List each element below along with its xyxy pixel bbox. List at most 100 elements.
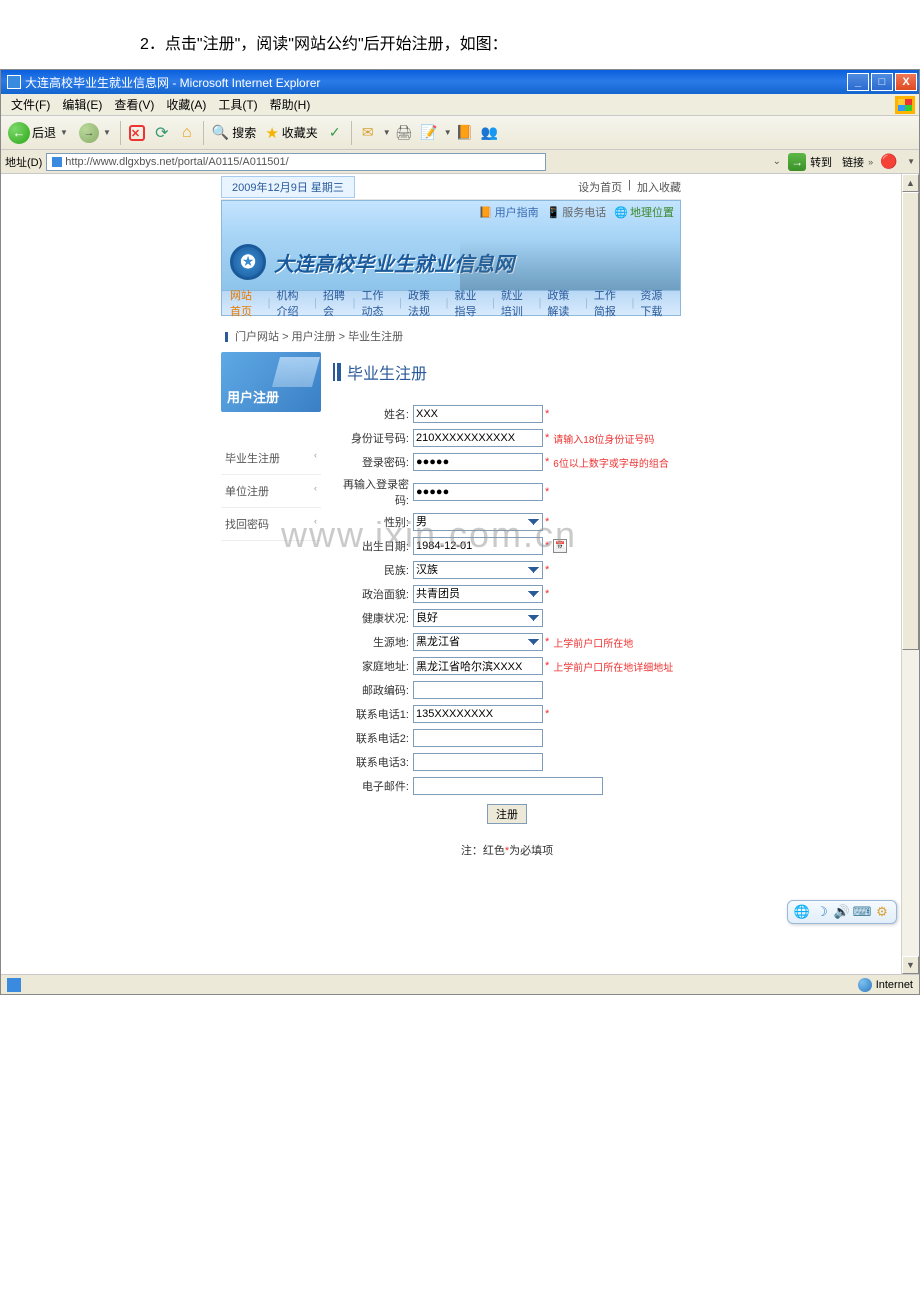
menu-view[interactable]: 查看(V) <box>108 94 160 115</box>
input-home[interactable] <box>413 657 543 675</box>
select-health[interactable]: 良好 <box>413 609 543 627</box>
forward-button[interactable]: → ▼ <box>74 120 116 146</box>
home-button[interactable]: ⌂ <box>177 123 197 143</box>
menu-edit[interactable]: 编辑(E) <box>56 94 108 115</box>
close-button[interactable]: X <box>895 73 917 91</box>
submit-button[interactable]: 注册 <box>487 804 527 824</box>
internet-zone-icon <box>858 978 872 992</box>
page-content: 2009年12月9日 星期三 设为首页 | 加入收藏 📙用户指南 📱服务电话 🌐… <box>1 174 901 974</box>
location-link[interactable]: 🌐地理位置 <box>614 204 674 220</box>
minimize-button[interactable]: _ <box>847 73 869 91</box>
input-phone3[interactable] <box>413 753 543 771</box>
select-gender[interactable]: 男 <box>413 513 543 531</box>
scroll-thumb[interactable] <box>902 192 919 650</box>
label-ethnic: 民族: <box>333 562 413 578</box>
scroll-down-button[interactable]: ▼ <box>902 956 919 974</box>
ft-gear-icon[interactable]: ⚙ <box>874 904 890 920</box>
back-button[interactable]: ← 后退 ▼ <box>3 119 73 147</box>
menu-tools[interactable]: 工具(T) <box>212 94 263 115</box>
favorites-button[interactable]: ★ 收藏夹 <box>261 122 321 144</box>
mail-button[interactable]: ✉ <box>358 123 378 143</box>
sidebar-item-company[interactable]: 单位注册‹ <box>221 475 321 508</box>
ft-keyboard-icon[interactable]: ⌨ <box>854 904 870 920</box>
registration-form: 毕业生注册 姓名:* 身份证号码:*请输入18位身份证号码 登录密码:*6位以上… <box>333 352 681 858</box>
ft-sound-icon[interactable]: 🔊 <box>834 904 850 920</box>
ft-globe-icon[interactable]: 🌐 <box>794 904 810 920</box>
search-button[interactable]: 🔍 搜索 <box>208 122 260 143</box>
forward-arrow-icon: → <box>79 123 99 143</box>
addon-dropdown-icon[interactable]: ▼ <box>907 157 915 166</box>
addon-icon[interactable]: 🔴 <box>879 152 899 172</box>
input-phone2[interactable] <box>413 729 543 747</box>
menu-favorites[interactable]: 收藏(A) <box>160 94 212 115</box>
label-home: 家庭地址: <box>333 658 413 674</box>
input-email[interactable] <box>413 777 603 795</box>
scroll-track[interactable] <box>902 192 919 956</box>
user-guide-link[interactable]: 📙用户指南 <box>479 204 539 220</box>
maximize-button[interactable]: □ <box>871 73 893 91</box>
input-birth[interactable] <box>413 537 543 555</box>
breadcrumb-portal[interactable]: 门户网站 <box>235 331 279 343</box>
stop-button[interactable]: ✕ <box>127 123 147 143</box>
laptop-icon <box>272 357 320 387</box>
chevron-icon: ‹ <box>314 450 317 466</box>
breadcrumb-register[interactable]: 用户注册 <box>292 331 336 343</box>
input-phone1[interactable] <box>413 705 543 723</box>
sidebar-item-password[interactable]: 找回密码‹ <box>221 508 321 541</box>
internet-zone-label: Internet <box>876 979 913 991</box>
address-input[interactable] <box>65 156 543 168</box>
floating-toolbar[interactable]: 🌐 ☽ 🔊 ⌨ ⚙ <box>787 900 897 924</box>
input-password2[interactable] <box>413 483 543 501</box>
hint-id: 请输入18位身份证号码 <box>553 431 654 446</box>
print-button[interactable]: 🖨 <box>394 123 414 143</box>
input-password[interactable] <box>413 453 543 471</box>
forward-dropdown-icon[interactable]: ▼ <box>103 128 111 137</box>
input-name[interactable] <box>413 405 543 423</box>
label-id: 身份证号码: <box>333 430 413 446</box>
refresh-button[interactable]: ⟳ <box>152 123 172 143</box>
service-phone-link[interactable]: 📱服务电话 <box>547 204 607 220</box>
separator: | <box>628 179 631 195</box>
edit-button[interactable]: 📝 <box>419 123 439 143</box>
links-label[interactable]: 链接 <box>842 154 864 170</box>
go-button[interactable]: → <box>788 153 806 171</box>
select-political[interactable]: 共青团员 <box>413 585 543 603</box>
globe-icon: 🌐 <box>614 206 628 219</box>
set-homepage-link[interactable]: 设为首页 <box>578 179 622 195</box>
sidebar-item-graduate[interactable]: 毕业生注册‹ <box>221 442 321 475</box>
calendar-icon[interactable]: 📅 <box>553 539 567 553</box>
scroll-up-button[interactable]: ▲ <box>902 174 919 192</box>
label-gender: 性别: <box>333 514 413 530</box>
menu-file[interactable]: 文件(F) <box>5 94 56 115</box>
mail-dropdown-icon[interactable]: ▼ <box>383 128 391 137</box>
edit-dropdown-icon[interactable]: ▼ <box>444 128 452 137</box>
back-arrow-icon: ← <box>8 122 30 144</box>
statusbar: Internet <box>1 974 919 994</box>
label-email: 电子邮件: <box>333 778 413 794</box>
input-zip[interactable] <box>413 681 543 699</box>
toolbar: ← 后退 ▼ → ▼ ✕ ⟳ ⌂ 🔍 搜索 ★ 收藏夹 ✓ ✉ ▼ 🖨 📝 ▼ … <box>1 116 919 150</box>
browser-viewport: 2009年12月9日 星期三 设为首页 | 加入收藏 📙用户指南 📱服务电话 🌐… <box>1 174 919 974</box>
back-dropdown-icon[interactable]: ▼ <box>60 128 68 137</box>
toolbar-separator <box>120 121 121 145</box>
tool-extra-1[interactable]: 📙 <box>455 123 475 143</box>
select-ethnic[interactable]: 汉族 <box>413 561 543 579</box>
address-label: 地址(D) <box>5 154 42 170</box>
vertical-scrollbar[interactable]: ▲ ▼ <box>901 174 919 974</box>
add-favorite-link[interactable]: 加入收藏 <box>637 179 681 195</box>
input-id[interactable] <box>413 429 543 447</box>
address-input-wrap[interactable] <box>46 153 546 171</box>
select-origin[interactable]: 黑龙江省 <box>413 633 543 651</box>
address-dropdown-icon[interactable]: ⌄ <box>770 156 784 167</box>
address-bar: 地址(D) ⌄ → 转到 链接 » 🔴 ▼ <box>1 150 919 174</box>
back-label: 后退 <box>32 124 56 141</box>
label-password2: 再输入登录密码: <box>333 476 413 508</box>
history-button[interactable]: ✓ <box>325 123 345 143</box>
date-display: 2009年12月9日 星期三 <box>221 176 355 198</box>
menu-help[interactable]: 帮助(H) <box>264 94 317 115</box>
ft-moon-icon[interactable]: ☽ <box>814 904 830 920</box>
book-icon: 📙 <box>479 206 493 219</box>
tool-extra-2[interactable]: 👥 <box>480 123 500 143</box>
label-name: 姓名: <box>333 406 413 422</box>
chevron-icon: ‹ <box>314 516 317 532</box>
